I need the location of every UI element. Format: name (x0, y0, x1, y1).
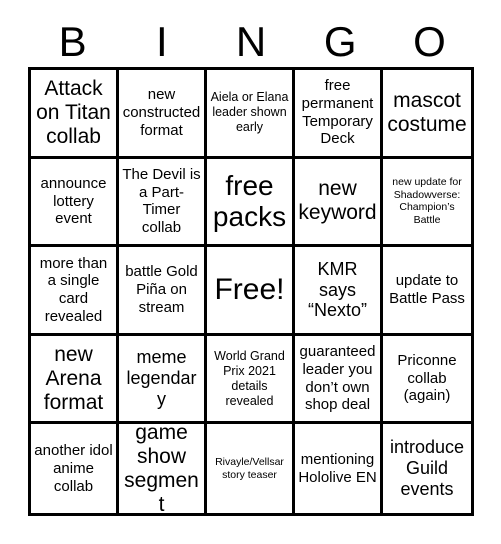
bingo-cell-label: introduce Guild events (389, 437, 465, 500)
bingo-cell-label: announce lottery event (40, 174, 107, 228)
bingo-cell[interactable]: more than a single card revealed (31, 247, 119, 336)
bingo-cell[interactable]: Aiela or Elana leader shown early (207, 70, 295, 159)
bingo-cell[interactable]: Rivayle/Vellsar story teaser (207, 424, 295, 513)
bingo-header-letter-g: G (323, 17, 357, 65)
bingo-cell-label: meme legendary (126, 347, 197, 410)
bingo-cell[interactable]: introduce Guild events (383, 424, 471, 513)
bingo-cell-free[interactable]: Free! (207, 247, 295, 336)
bingo-cell-label: World Grand Prix 2021 details revealed (214, 348, 285, 408)
bingo-cell[interactable]: KMR says “Nexto” (295, 247, 383, 336)
bingo-cell-label: new constructed format (122, 86, 201, 139)
bingo-cell-label: battle Gold Piña on stream (125, 263, 198, 316)
bingo-cell[interactable]: battle Gold Piña on stream (119, 247, 207, 336)
bingo-cell-label: Rivayle/Vellsar story teaser (215, 455, 284, 481)
bingo-cell-label: new update for Shadowverse: Champion’s B… (392, 175, 462, 227)
bingo-cell-label: mascot costume (387, 88, 467, 136)
bingo-header-row: B I N G O (28, 16, 474, 67)
bingo-cell-label: Free! (214, 273, 285, 307)
bingo-cell[interactable]: new constructed format (119, 70, 207, 159)
bingo-header-letter-b: B (58, 17, 87, 65)
bingo-card: B I N G O Attack on Titan collab new con… (0, 0, 501, 544)
bingo-cell-label: The Devil is a Part-Timer collab (122, 166, 201, 237)
bingo-cell[interactable]: mentioning Hololive EN (295, 424, 383, 513)
bingo-cell[interactable]: another idol anime collab (31, 424, 119, 513)
bingo-cell[interactable]: new keyword (295, 158, 383, 248)
bingo-cell[interactable]: game show segment (119, 424, 207, 513)
bingo-cell[interactable]: new update for Shadowverse: Champion’s B… (383, 158, 471, 248)
bingo-header-letter-o: O (413, 17, 446, 65)
bingo-cell-label: Attack on Titan collab (36, 76, 111, 148)
bingo-cell-label: free permanent Temporary Deck (301, 77, 374, 148)
bingo-cell-label: free packs (212, 170, 287, 233)
bingo-cell[interactable]: guaranteed leader you don’t own shop dea… (295, 335, 383, 425)
bingo-cell-label: game show segment (124, 424, 199, 513)
bingo-cell-label: more than a single card revealed (39, 254, 108, 325)
bingo-cell[interactable]: meme legendary (119, 335, 207, 425)
bingo-cell[interactable]: update to Battle Pass (383, 247, 471, 336)
bingo-cell[interactable]: free packs (207, 158, 295, 248)
bingo-cell-label: new Arena format (43, 342, 104, 414)
bingo-cell[interactable]: Attack on Titan collab (31, 70, 119, 159)
bingo-cell[interactable]: World Grand Prix 2021 details revealed (207, 335, 295, 425)
bingo-cell-label: Priconne collab (again) (397, 352, 457, 405)
bingo-cell-label: another idol anime collab (34, 442, 113, 495)
bingo-cell-label: guaranteed leader you don’t own shop dea… (299, 343, 376, 414)
bingo-cell[interactable]: new Arena format (31, 335, 119, 425)
bingo-cell-label: mentioning Hololive EN (298, 451, 377, 486)
bingo-cell[interactable]: mascot costume (383, 70, 471, 159)
bingo-header-letter-n: N (235, 17, 267, 65)
bingo-cell-label: update to Battle Pass (389, 272, 465, 307)
bingo-grid: Attack on Titan collab new constructed f… (28, 67, 474, 516)
bingo-cell-label: KMR says “Nexto” (307, 258, 367, 321)
bingo-cell-label: new keyword (298, 177, 377, 225)
bingo-header-letter-i: I (155, 17, 168, 65)
bingo-cell-label: Aiela or Elana leader shown early (210, 90, 289, 135)
bingo-cell[interactable]: free permanent Temporary Deck (295, 70, 383, 159)
bingo-cell[interactable]: The Devil is a Part-Timer collab (119, 158, 207, 248)
bingo-cell[interactable]: announce lottery event (31, 158, 119, 248)
bingo-cell[interactable]: Priconne collab (again) (383, 335, 471, 425)
